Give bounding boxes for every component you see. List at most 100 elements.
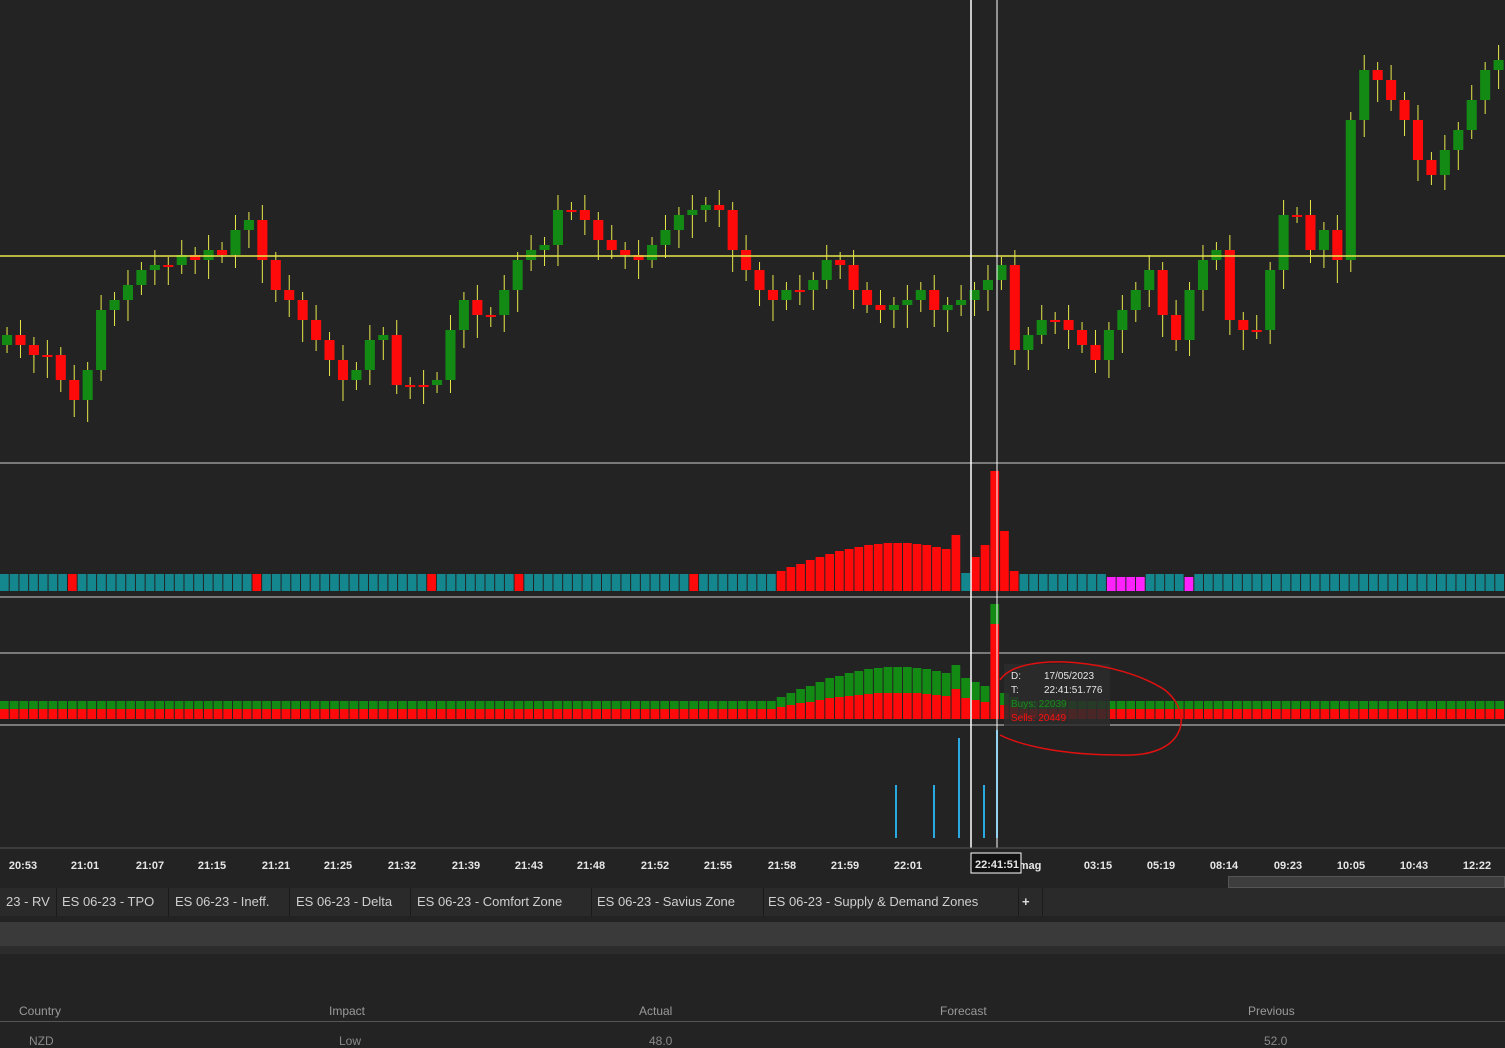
tab-delta[interactable]: ES 06-23 - Delta — [290, 888, 411, 916]
volume-bar — [1252, 574, 1262, 591]
buy-bar — [718, 701, 728, 709]
buy-bar — [38, 701, 48, 709]
buy-bar — [1155, 701, 1165, 709]
col-country[interactable]: Country — [19, 1004, 61, 1018]
tab-rv[interactable]: 23 - RV — [0, 888, 57, 916]
sell-bar — [0, 709, 9, 719]
volume-bar — [368, 574, 378, 591]
sell-bar — [776, 707, 786, 719]
buy-bar — [660, 701, 669, 709]
candle — [284, 290, 295, 300]
candle — [485, 315, 496, 317]
volume-bar — [1058, 574, 1068, 591]
sell-bar — [534, 709, 543, 719]
buy-bar — [1446, 701, 1456, 709]
add-tab-button[interactable]: + — [1016, 888, 1043, 916]
buy-bar — [728, 701, 737, 709]
buy-bar — [534, 701, 543, 709]
sell-bar — [640, 709, 650, 719]
candle — [270, 260, 281, 290]
volume-bar — [543, 574, 553, 591]
candle — [458, 300, 469, 330]
volume-bar — [58, 574, 67, 591]
time-tick-label: 09:23 — [1274, 860, 1302, 872]
candle — [1480, 70, 1491, 100]
col-forecast[interactable]: Forecast — [940, 1004, 987, 1018]
price-chart[interactable]: D: 17/05/2023 T: 22:41:51.776 Buys: 2203… — [0, 0, 1505, 880]
volume-bar — [1446, 574, 1456, 591]
candle — [257, 220, 268, 260]
tab-comfort-zone[interactable]: ES 06-23 - Comfort Zone — [411, 888, 592, 916]
candle — [1063, 320, 1074, 330]
candle — [364, 340, 375, 370]
tab-ineff[interactable]: ES 06-23 - Ineff. — [169, 888, 290, 916]
volume-bar — [1349, 574, 1359, 591]
buy-bar — [281, 701, 291, 709]
candle — [1036, 320, 1047, 335]
chart-scrollbar[interactable] — [1228, 876, 1505, 888]
volume-bar — [87, 574, 97, 591]
volume-bar — [893, 543, 902, 591]
buy-bar — [1369, 701, 1378, 709]
candle — [942, 305, 953, 310]
sell-bar — [1349, 709, 1359, 719]
volume-bar — [1456, 574, 1466, 591]
candle — [647, 245, 658, 260]
candle — [808, 280, 819, 290]
volume-bar — [621, 574, 631, 591]
sell-bar — [106, 709, 116, 719]
buy-bar — [990, 604, 1000, 624]
sell-bar — [1466, 709, 1475, 719]
volume-bar — [1184, 577, 1194, 591]
volume-bar — [1213, 574, 1223, 591]
buy-bar — [485, 701, 495, 709]
buy-bar — [0, 701, 9, 709]
candle — [432, 380, 443, 385]
candle — [418, 385, 429, 387]
buy-bar — [330, 701, 339, 709]
buy-bar — [543, 701, 553, 709]
volume-bar — [252, 574, 262, 591]
volume-bar — [990, 471, 1000, 591]
volume-bar — [1281, 574, 1291, 591]
volume-bar — [223, 574, 233, 591]
sell-bar — [912, 693, 922, 719]
col-actual[interactable]: Actual — [639, 1004, 672, 1018]
col-impact[interactable]: Impact — [329, 1004, 365, 1018]
volume-bar — [1485, 574, 1495, 591]
buy-bar — [339, 701, 349, 709]
tab-supply-demand-zones[interactable]: ES 06-23 - Supply & Demand Zones — [762, 888, 1019, 916]
volume-bar — [669, 574, 679, 591]
col-previous[interactable]: Previous — [1248, 1004, 1295, 1018]
sell-bar — [961, 698, 970, 719]
volume-bar — [873, 544, 883, 591]
sell-bar — [1427, 709, 1437, 719]
sell-bar — [427, 709, 436, 719]
volume-bar — [970, 557, 980, 591]
buy-bar — [611, 701, 621, 709]
volume-bar — [883, 543, 893, 591]
buy-bar — [864, 669, 873, 694]
sell-bar — [456, 709, 466, 719]
sell-bar — [718, 709, 728, 719]
tab-tpo[interactable]: ES 06-23 - TPO — [56, 888, 169, 916]
sell-bar — [1330, 709, 1339, 719]
candle — [902, 300, 913, 305]
buy-bar — [184, 701, 194, 709]
buy-bar — [815, 682, 825, 700]
sell-bar — [980, 702, 990, 719]
buy-bar — [1359, 701, 1369, 709]
sell-bar — [1116, 709, 1126, 719]
volume-bar — [388, 574, 398, 591]
buy-bar — [135, 701, 145, 709]
candle — [1359, 70, 1370, 120]
buy-bar — [116, 701, 126, 709]
candle — [1265, 270, 1276, 330]
buy-bar — [407, 701, 417, 709]
sell-bar — [97, 709, 106, 719]
tab-savius-zone[interactable]: ES 06-23 - Savius Zone — [591, 888, 764, 916]
volume-bar — [514, 574, 524, 591]
candle — [1439, 150, 1450, 175]
buy-bar — [475, 701, 485, 709]
volume-bar — [194, 574, 203, 591]
